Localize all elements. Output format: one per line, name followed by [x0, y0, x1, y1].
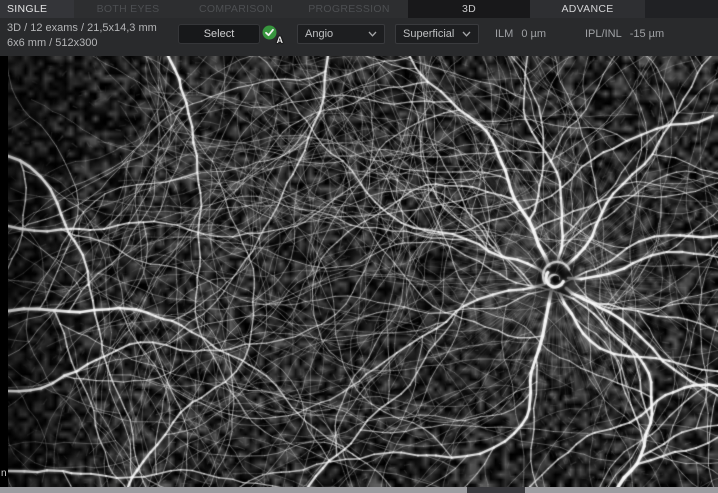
toolbar: 3D / 12 exams / 21,5x14,3 mm 6x6 mm / 51…	[0, 18, 718, 56]
tab-comparison[interactable]: COMPARISON	[182, 0, 290, 18]
scrollbar-gap	[467, 487, 525, 493]
tab-progression[interactable]: PROGRESSION	[290, 0, 408, 18]
ilm-label: ILM	[495, 28, 513, 40]
tab-bar: SINGLE BOTH EYES COMPARISON PROGRESSION …	[0, 0, 718, 18]
scan-type-dropdown[interactable]: Angio	[297, 24, 385, 44]
corner-text-fragment: n	[1, 468, 7, 479]
select-button[interactable]: Select	[178, 24, 260, 44]
exam-info-line2: 6x6 mm / 512x300	[7, 36, 157, 51]
ilm-boundary: ILM 0 µm	[495, 24, 546, 44]
tab-single[interactable]: SINGLE	[0, 0, 74, 18]
layer-value: Superficial	[403, 28, 454, 40]
ilm-value: 0 µm	[521, 28, 546, 40]
chevron-down-icon	[462, 31, 471, 37]
octa-enface-image[interactable]	[8, 56, 718, 487]
image-viewport[interactable]: n	[0, 56, 718, 487]
chevron-down-icon	[368, 31, 377, 37]
horizontal-scrollbar[interactable]	[0, 487, 718, 493]
tab-3d[interactable]: 3D	[408, 0, 530, 18]
ipl-inl-boundary: IPL/INL -15 µm	[585, 24, 664, 44]
exam-info-line1: 3D / 12 exams / 21,5x14,3 mm	[7, 21, 157, 36]
ipl-inl-label: IPL/INL	[585, 28, 622, 40]
ipl-inl-value: -15 µm	[630, 28, 664, 40]
check-circle-icon	[262, 25, 277, 40]
tab-both-eyes[interactable]: BOTH EYES	[74, 0, 182, 18]
auto-letter: A	[277, 35, 284, 45]
app-window: SINGLE BOTH EYES COMPARISON PROGRESSION …	[0, 0, 718, 493]
auto-check-icon[interactable]: A	[262, 25, 282, 43]
tab-bar-filler	[645, 0, 718, 18]
exam-info: 3D / 12 exams / 21,5x14,3 mm 6x6 mm / 51…	[7, 21, 157, 51]
scan-type-value: Angio	[305, 28, 333, 40]
layer-dropdown[interactable]: Superficial	[395, 24, 479, 44]
tab-advance[interactable]: ADVANCE	[530, 0, 645, 18]
